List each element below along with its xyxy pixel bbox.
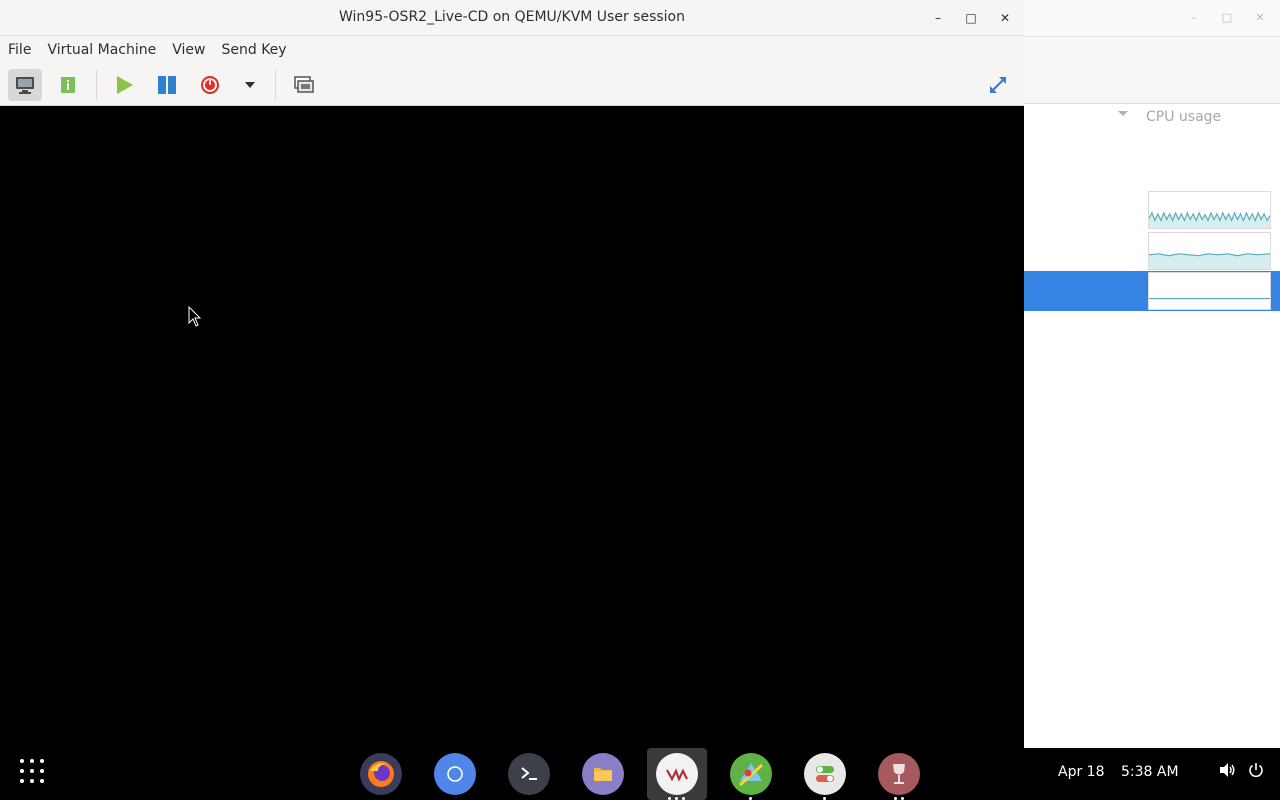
vm-list-row[interactable] xyxy=(1024,190,1280,230)
date-display[interactable]: Apr 18 xyxy=(1058,764,1104,780)
window-titlebar[interactable]: Win95-OSR2_Live-CD on QEMU/KVM User sess… xyxy=(0,0,1024,36)
bg-maximize-button[interactable]: □ xyxy=(1219,10,1235,26)
time-display[interactable]: 5:38 AM xyxy=(1121,764,1179,780)
menu-send-key[interactable]: Send Key xyxy=(221,42,286,58)
virt-manager-icon xyxy=(666,768,688,782)
snapshots-button[interactable] xyxy=(287,69,321,101)
cpu-usage-label: CPU usage xyxy=(1146,109,1222,125)
virt-manager-window: – □ ✕ CPU usage xyxy=(1024,0,1280,748)
cpu-usage-column-header[interactable]: CPU usage xyxy=(1024,104,1280,132)
files-icon xyxy=(594,768,612,781)
maximize-button[interactable]: □ xyxy=(962,9,980,27)
settings-toggle-icon xyxy=(816,766,834,782)
dropdown-arrow-icon xyxy=(245,82,255,88)
settings-launcher[interactable] xyxy=(804,753,846,795)
fullscreen-icon xyxy=(990,77,1006,93)
vm-list-row-selected[interactable] xyxy=(1024,271,1280,311)
mouse-cursor-icon xyxy=(188,306,202,327)
pause-button[interactable] xyxy=(150,69,184,101)
fullscreen-button[interactable] xyxy=(981,69,1015,101)
terminal-launcher[interactable] xyxy=(508,753,550,795)
power-icon xyxy=(201,76,219,94)
shutdown-menu-button[interactable] xyxy=(233,69,267,101)
monitor-icon xyxy=(16,77,34,94)
chromium-icon xyxy=(442,761,468,787)
power-menu-icon[interactable] xyxy=(1248,762,1264,782)
firefox-launcher[interactable] xyxy=(360,753,402,795)
sort-arrow-icon xyxy=(1118,111,1128,116)
maps-launcher[interactable] xyxy=(730,753,772,795)
bg-close-button[interactable]: ✕ xyxy=(1252,10,1268,26)
pause-icon xyxy=(158,76,176,94)
files-launcher[interactable] xyxy=(582,753,624,795)
cpu-usage-graph xyxy=(1148,191,1271,229)
menu-virtual-machine[interactable]: Virtual Machine xyxy=(47,42,156,58)
wine-launcher[interactable] xyxy=(878,753,920,795)
shutdown-button[interactable] xyxy=(193,69,227,101)
vm-console-display[interactable] xyxy=(0,106,1024,748)
show-apps-icon[interactable] xyxy=(20,759,48,787)
menubar: File Virtual Machine View Send Key xyxy=(0,36,1024,64)
virt-manager-titlebar: – □ ✕ xyxy=(1024,0,1280,37)
info-icon xyxy=(61,77,75,93)
details-button[interactable] xyxy=(51,69,85,101)
cpu-usage-graph xyxy=(1148,232,1271,270)
toolbar-separator xyxy=(275,70,276,100)
chromium-launcher[interactable] xyxy=(434,753,476,795)
volume-icon[interactable] xyxy=(1219,762,1237,782)
toolbar-separator xyxy=(96,70,97,100)
terminal-icon xyxy=(521,767,537,780)
menu-view[interactable]: View xyxy=(172,42,205,58)
cpu-usage-graph xyxy=(1148,272,1271,310)
console-view-button[interactable] xyxy=(8,69,42,101)
dash-panel: Apr 18 5:38 AM xyxy=(0,748,1280,800)
vm-viewer-window: Win95-OSR2_Live-CD on QEMU/KVM User sess… xyxy=(0,0,1024,748)
firefox-icon xyxy=(368,761,394,787)
window-title: Win95-OSR2_Live-CD on QEMU/KVM User sess… xyxy=(338,9,685,25)
wine-glass-icon xyxy=(893,764,905,784)
virt-manager-toolbar xyxy=(1024,37,1280,104)
minimize-button[interactable]: – xyxy=(929,9,947,27)
virt-manager-launcher[interactable] xyxy=(656,753,698,795)
maps-icon xyxy=(738,763,764,787)
close-button[interactable]: ✕ xyxy=(996,9,1014,27)
run-button[interactable] xyxy=(107,69,141,101)
toolbar xyxy=(0,64,1024,106)
snapshot-icon xyxy=(294,76,314,93)
vm-list-row[interactable] xyxy=(1024,231,1280,271)
play-icon xyxy=(117,76,133,94)
menu-file[interactable]: File xyxy=(8,42,31,58)
bg-minimize-button[interactable]: – xyxy=(1186,10,1202,26)
